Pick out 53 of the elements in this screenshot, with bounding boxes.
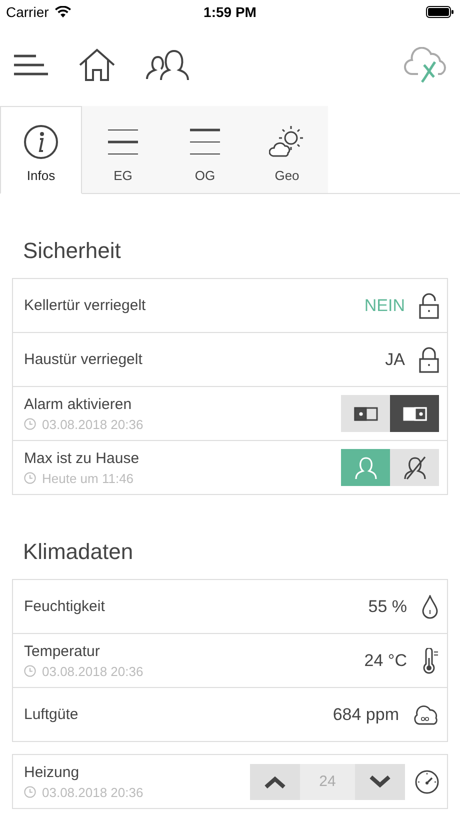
row-label: Haustür verriegelt — [24, 351, 144, 368]
carrier-name: Carrier — [6, 4, 49, 20]
clock-icon — [24, 418, 36, 430]
toggle-option[interactable] — [341, 395, 390, 432]
gauge-icon — [415, 770, 439, 794]
menu-icon[interactable] — [14, 54, 48, 76]
row-label: Feuchtigkeit — [24, 598, 106, 615]
timestamp: 03.08.2018 20:36 — [42, 416, 144, 432]
cloud-icon — [413, 704, 439, 726]
chevron-up-icon — [264, 774, 286, 788]
clock-icon — [24, 665, 36, 677]
lock-status: NEIN — [364, 296, 405, 316]
people-icon[interactable] — [146, 49, 190, 81]
toggle-option[interactable] — [390, 395, 439, 432]
increase-button[interactable] — [250, 764, 300, 800]
row-label: Temperatur — [24, 642, 101, 660]
clock-time: 1:59 PM — [202, 4, 258, 20]
reading-value: 24 °C — [364, 650, 407, 670]
section-title: Sicherheit — [23, 237, 122, 265]
timestamp: 03.08.2018 20:36 — [42, 664, 144, 678]
row-label: Max ist zu Hause — [24, 450, 140, 466]
battery-icon — [426, 6, 454, 18]
reading-value: 684 ppm — [332, 704, 399, 724]
home-icon[interactable] — [78, 48, 116, 82]
switch-icon — [354, 406, 378, 420]
timestamp: Heute um 11:46 — [42, 470, 134, 486]
crossed-person-icon — [402, 456, 426, 480]
section-title: Klimadaten — [23, 538, 134, 566]
reading-value: 55 % — [368, 596, 407, 616]
chevron-down-icon — [369, 774, 391, 788]
clock-icon — [24, 786, 36, 798]
tab[interactable]: Geo — [246, 106, 328, 194]
row-label: Heizung — [24, 764, 80, 780]
timestamp: 03.08.2018 20:36 — [42, 784, 144, 800]
thermometer-icon — [421, 648, 439, 674]
switch-icon — [402, 406, 426, 420]
weather-icon — [269, 124, 305, 160]
person-icon — [354, 456, 378, 480]
toggle-option[interactable] — [390, 449, 439, 486]
row-label: Luftgüte — [24, 706, 80, 723]
row-label: Alarm aktivieren — [24, 396, 133, 412]
row-label: Kellertür verriegelt — [24, 297, 147, 314]
wifi-icon — [54, 6, 71, 18]
setpoint-value: 24 — [300, 764, 355, 800]
clock-icon — [24, 472, 36, 484]
toggle-option[interactable] — [341, 449, 390, 486]
info-icon — [23, 124, 59, 160]
tab[interactable]: EG — [82, 106, 164, 194]
lock-status: JA — [385, 350, 405, 370]
decrease-button[interactable] — [355, 764, 405, 800]
tab[interactable]: OG — [164, 106, 246, 194]
tab[interactable]: Infos — [0, 106, 82, 194]
drop-icon — [421, 594, 439, 618]
